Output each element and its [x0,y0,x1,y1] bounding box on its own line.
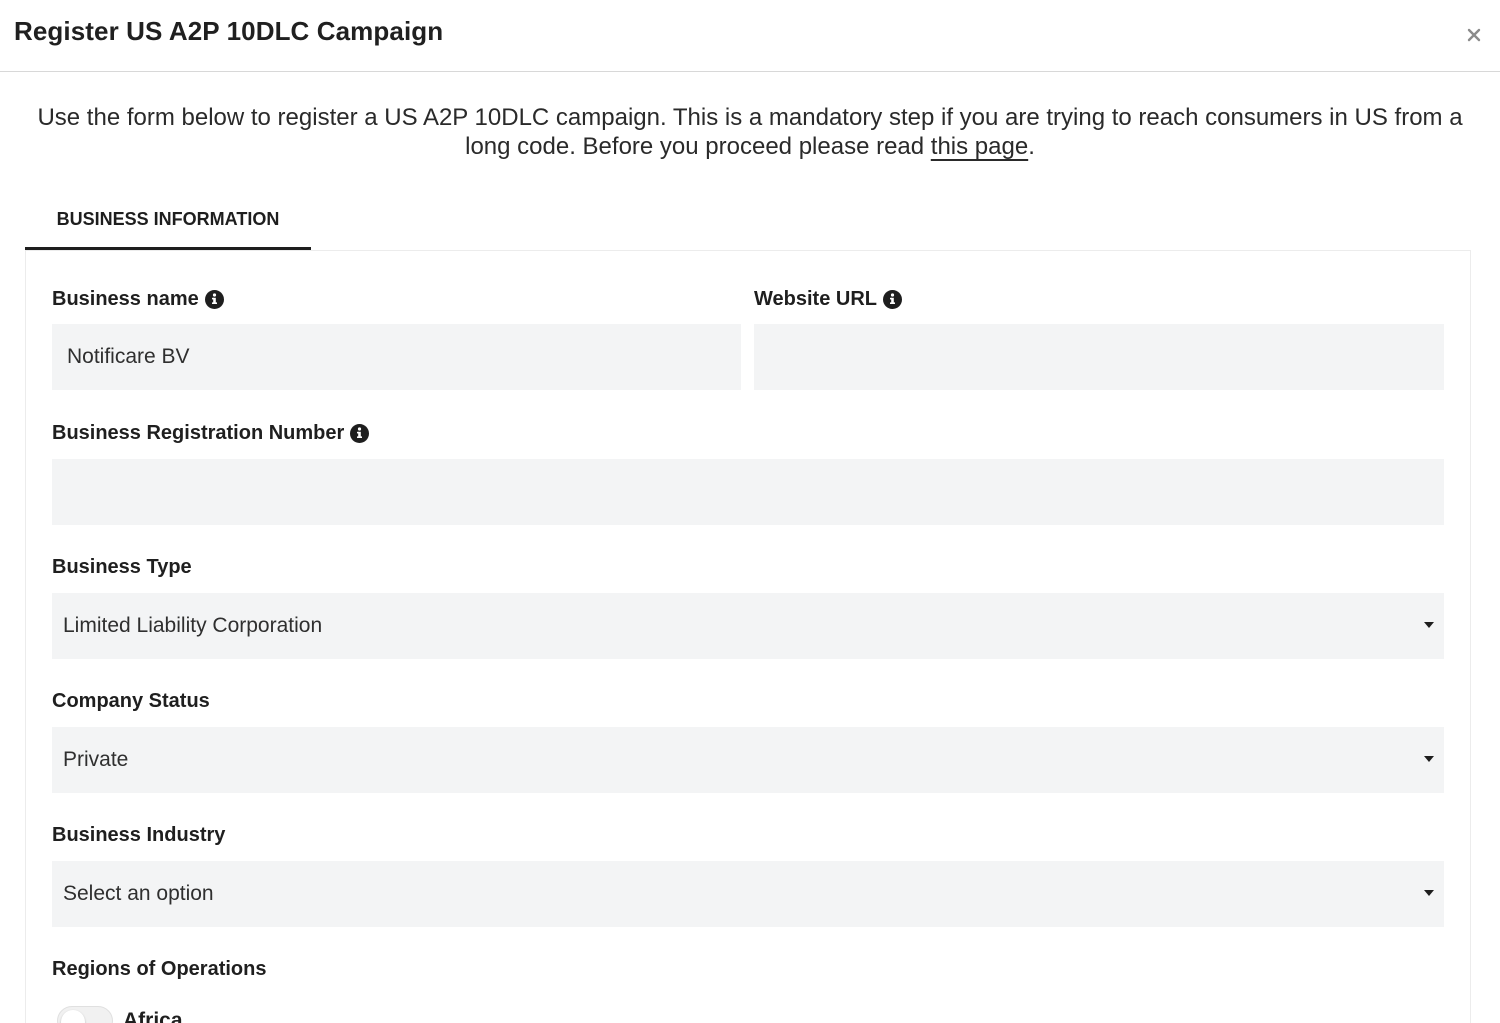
modal-header: Register US A2P 10DLC Campaign [0,0,1500,72]
intro-body: Use the form below to register a US A2P … [37,104,1463,160]
toggle-knob [61,1010,85,1023]
tab-business-information[interactable]: BUSINESS INFORMATION [25,196,311,251]
close-icon [1467,28,1481,42]
modal-title: Register US A2P 10DLC Campaign [14,16,444,46]
business-type-select[interactable]: Limited Liability Corporation [52,593,1444,659]
business-type-value: Limited Liability Corporation [63,614,323,637]
intro-text: Use the form below to register a US A2P … [20,103,1480,161]
region-option-africa: Africa [57,1006,183,1023]
caret-down-icon [1424,622,1434,628]
regions-label: Regions of Operations [52,958,267,980]
business-industry-label: Business Industry [52,824,226,846]
info-icon[interactable] [882,290,902,309]
business-industry-value: Select an option [63,882,214,905]
company-status-value: Private [63,748,129,771]
business-name-label-text: Business name [52,288,199,310]
africa-label: Africa [123,1009,183,1023]
company-status-label: Company Status [52,690,210,712]
business-name-label: Business name [52,288,224,311]
business-type-label: Business Type [52,556,192,578]
intro-trailing: . [1028,133,1035,160]
register-campaign-modal: Register US A2P 10DLC Campaign Use the f… [0,0,1500,1023]
business-name-input[interactable] [52,324,741,390]
africa-toggle[interactable] [57,1006,113,1023]
company-status-select[interactable]: Private [52,727,1444,793]
registration-number-label: Business Registration Number [52,422,370,445]
website-url-label: Website URL [754,288,902,311]
info-icon[interactable] [204,290,224,309]
registration-number-label-text: Business Registration Number [52,422,345,444]
caret-down-icon [1424,890,1434,896]
this-page-link[interactable]: this page [931,133,1028,160]
business-industry-select[interactable]: Select an option [52,861,1444,927]
website-url-input[interactable] [754,324,1444,390]
close-button[interactable] [1459,20,1489,50]
caret-down-icon [1424,756,1434,762]
website-url-label-text: Website URL [754,288,877,310]
registration-number-input[interactable] [52,459,1444,525]
info-icon[interactable] [350,424,370,443]
